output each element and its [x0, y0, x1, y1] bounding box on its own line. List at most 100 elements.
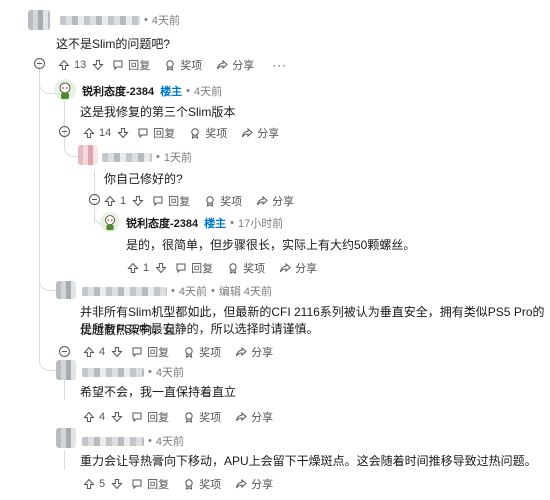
avatar[interactable]: [56, 360, 76, 380]
arrow-down-icon[interactable]: [117, 127, 129, 139]
share-icon: [217, 59, 229, 70]
award-button[interactable]: 奖项: [189, 125, 227, 141]
award-button[interactable]: 奖项: [204, 193, 242, 209]
arrow-down-icon[interactable]: [111, 411, 123, 423]
reply-button[interactable]: 回复: [137, 125, 175, 141]
arrow-down-icon[interactable]: [111, 478, 123, 490]
share-button[interactable]: 分享: [216, 57, 254, 73]
award-icon: [185, 479, 193, 490]
more-options-button[interactable]: ···: [272, 58, 287, 72]
comment-actions: 13 回复 奖项 分享 ···: [58, 57, 287, 73]
reply-button[interactable]: 回复: [152, 193, 190, 209]
avatar[interactable]: [28, 10, 50, 30]
award-button[interactable]: 奖项: [183, 344, 221, 360]
chat-bubble-icon: [132, 412, 142, 423]
reply-button[interactable]: 回复: [131, 476, 169, 492]
reply-button[interactable]: 回复: [175, 260, 213, 276]
share-button[interactable]: 分享: [235, 476, 273, 492]
award-button[interactable]: 奖项: [227, 260, 265, 276]
share-icon: [242, 127, 254, 138]
comment-text: 这不是Slim的问题吧?: [56, 37, 171, 51]
arrow-up-icon[interactable]: [83, 127, 95, 139]
share-icon: [257, 195, 268, 206]
thread-connector: [39, 300, 58, 371]
timestamp[interactable]: 1天前: [164, 149, 192, 165]
comment-text-line: 是所有PS5中最安静的，所以选择时请谨慎。: [80, 322, 319, 336]
username[interactable]: 锐利态度-2384: [126, 215, 198, 231]
arrow-down-icon[interactable]: [92, 59, 104, 71]
chat-bubble-icon: [132, 479, 142, 490]
share-button[interactable]: 分享: [256, 193, 294, 209]
share-button[interactable]: 分享: [279, 260, 317, 276]
arrow-up-icon[interactable]: [127, 262, 139, 274]
vote-count: 14: [99, 127, 112, 139]
timestamp[interactable]: 17小时前: [238, 215, 283, 231]
comment-text: 是的，很简单，但步骤很长，实际上有大约50颗螺丝。: [126, 238, 416, 252]
collapse-icon[interactable]: [89, 194, 100, 205]
reply-button[interactable]: 回复: [131, 409, 169, 425]
vote-count: 4: [99, 346, 106, 358]
username[interactable]: 锐利态度-2384: [82, 83, 154, 99]
comment-header: • 4天前: [82, 433, 184, 449]
thread-line: [64, 450, 65, 470]
snoo-avatar-icon: [59, 82, 71, 99]
award-icon: [185, 347, 193, 358]
username[interactable]: [102, 152, 152, 162]
avatar[interactable]: [56, 428, 76, 448]
reply-button[interactable]: 回复: [112, 57, 150, 73]
share-icon: [236, 478, 247, 489]
award-button[interactable]: 奖项: [183, 409, 221, 425]
arrow-up-icon[interactable]: [83, 411, 95, 423]
vote-count: 4: [99, 411, 106, 423]
timestamp[interactable]: 4天前: [156, 364, 184, 380]
comment-actions: 1 回复 奖项 分享: [127, 260, 331, 276]
arrow-down-icon[interactable]: [132, 195, 144, 207]
collapse-icon[interactable]: [59, 126, 70, 137]
snoo-avatar-icon: [105, 215, 115, 231]
username[interactable]: [60, 15, 140, 25]
avatar[interactable]: [78, 145, 98, 165]
timestamp[interactable]: 4天前: [179, 283, 207, 299]
comment-text: 这是我修复的第三个Slim版本: [80, 105, 236, 119]
avatar[interactable]: [56, 281, 76, 299]
comment-header: • 4天前 • 编辑 4天前: [82, 283, 272, 299]
arrow-up-icon[interactable]: [58, 59, 70, 71]
reply-button[interactable]: 回复: [131, 344, 169, 360]
award-icon: [191, 128, 199, 139]
timestamp[interactable]: 4天前: [194, 83, 222, 99]
username[interactable]: [82, 436, 144, 446]
op-badge: 楼主: [160, 86, 183, 98]
vote-count: 13: [74, 59, 87, 71]
collapse-icon[interactable]: [34, 58, 45, 69]
award-icon: [166, 60, 174, 71]
avatar[interactable]: [54, 79, 76, 101]
username[interactable]: [82, 367, 144, 377]
timestamp[interactable]: 4天前: [152, 12, 180, 28]
comment-header: 锐利态度-2384 楼主 • 4天前: [82, 83, 223, 99]
share-button[interactable]: 分享: [241, 125, 279, 141]
comment-header: • 4天前: [82, 364, 184, 380]
comment-actions: 5 回复 奖项 分享: [83, 476, 287, 492]
arrow-down-icon[interactable]: [111, 346, 123, 358]
arrow-up-icon[interactable]: [104, 195, 116, 207]
vote-count: 1: [120, 195, 127, 207]
vote-count: 5: [99, 478, 106, 490]
share-icon: [280, 262, 291, 273]
username[interactable]: [82, 286, 167, 296]
comment-header: 锐利态度-2384 楼主 • 17小时前: [126, 215, 284, 231]
timestamp[interactable]: 4天前: [156, 433, 184, 449]
arrow-up-icon[interactable]: [83, 478, 95, 490]
comment-header: • 1天前: [102, 149, 192, 165]
share-button[interactable]: 分享: [235, 344, 273, 360]
award-button[interactable]: 奖项: [164, 57, 202, 73]
share-button[interactable]: 分享: [235, 409, 273, 425]
comment-actions: 4 回复 奖项 分享: [83, 409, 287, 425]
arrow-down-icon[interactable]: [155, 262, 167, 274]
award-button[interactable]: 奖项: [183, 476, 221, 492]
collapse-icon[interactable]: [59, 346, 70, 357]
arrow-up-icon[interactable]: [83, 346, 95, 358]
thread-line: [64, 380, 65, 400]
chat-bubble-icon: [153, 196, 163, 207]
chat-bubble-icon: [176, 263, 186, 274]
avatar[interactable]: [100, 212, 120, 232]
